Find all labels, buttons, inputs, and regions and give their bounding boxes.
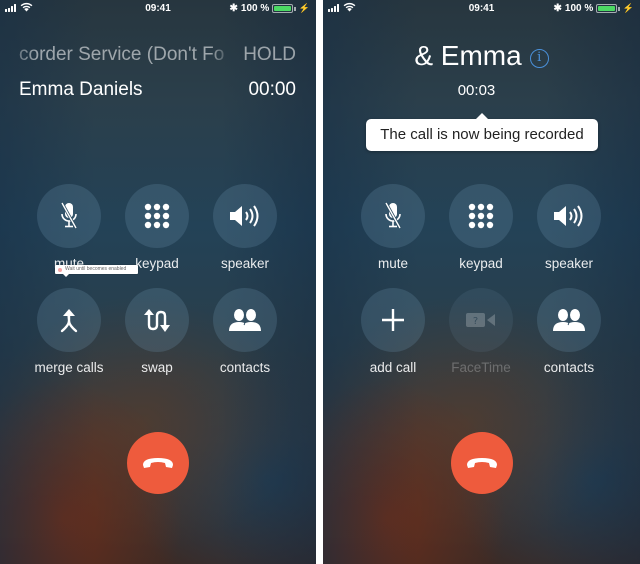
keypad-button[interactable]: keypad: [125, 184, 189, 271]
call-screen-recording: 09:41 ✱ 100 % ⚡ & Emma i 00:03 The call i…: [323, 0, 640, 564]
call-duration: 00:03: [457, 82, 496, 99]
add-call-button[interactable]: add call: [361, 288, 425, 375]
bolt-icon: ⚡: [622, 3, 634, 13]
info-icon[interactable]: i: [529, 49, 549, 68]
bluetooth-icon: ✱: [229, 3, 238, 14]
battery-percent: 100 %: [240, 3, 270, 14]
facetime-icon: ?: [466, 313, 495, 327]
battery-icon: [596, 4, 618, 13]
held-call-status: HOLD: [243, 44, 296, 65]
speaker-label: speaker: [220, 256, 270, 271]
merge-icon: [60, 309, 78, 333]
end-call-icon: [143, 458, 173, 468]
automation-tooltip: Wait until becomes enabled: [55, 265, 138, 277]
status-dot-icon: [58, 267, 62, 272]
mute-button[interactable]: mute: [361, 184, 425, 271]
bluetooth-icon: ✱: [553, 3, 562, 14]
caller-name: & Emma: [414, 40, 522, 71]
mic-off-icon: [384, 202, 402, 229]
call-screen-conference: 09:41 ✱ 100 % ⚡ corder Service (Don't Fo…: [0, 0, 316, 564]
caller-name-row: & Emma i: [323, 40, 640, 72]
contacts-button[interactable]: contacts: [537, 288, 601, 375]
speaker-button[interactable]: speaker: [537, 184, 601, 271]
mic-off-icon: [60, 202, 78, 229]
end-call-icon: [467, 458, 497, 468]
speaker-label: speaker: [544, 256, 594, 271]
held-call-row[interactable]: corder Service (Don't Fo HOLD: [19, 44, 296, 66]
keypad-icon: [468, 203, 494, 229]
contacts-button[interactable]: contacts: [213, 288, 277, 375]
battery-percent: 100 %: [564, 3, 594, 14]
svg-text:?: ?: [473, 316, 478, 327]
bolt-icon: ⚡: [298, 3, 310, 13]
contacts-icon: [229, 309, 261, 331]
speaker-icon: [554, 205, 583, 227]
speaker-icon: [230, 205, 259, 227]
held-call-name: corder Service (Don't Fo: [19, 44, 225, 65]
status-bar: 09:41 ✱ 100 % ⚡: [323, 0, 640, 18]
keypad-button[interactable]: keypad: [449, 184, 513, 271]
active-call-name: Emma Daniels: [19, 79, 143, 100]
speaker-button[interactable]: speaker: [213, 184, 277, 271]
swap-icon: [144, 309, 170, 332]
end-call-button[interactable]: [127, 432, 189, 494]
keypad-icon: [144, 203, 170, 229]
plus-icon: [382, 309, 404, 331]
active-call-duration: 00:00: [248, 79, 296, 100]
swap-button[interactable]: swap: [125, 288, 189, 375]
merge-calls-button[interactable]: merge calls: [34, 288, 104, 375]
contacts-label: contacts: [543, 360, 595, 375]
end-call-button[interactable]: [451, 432, 513, 494]
battery-icon: [272, 4, 294, 13]
mute-button[interactable]: mute: [37, 184, 101, 271]
active-call-row[interactable]: Emma Daniels 00:00: [19, 79, 296, 101]
recording-tooltip: The call is now being recorded: [366, 113, 598, 151]
contacts-icon: [553, 309, 585, 331]
contacts-label: contacts: [219, 360, 271, 375]
facetime-button[interactable]: ? FaceTime: [449, 288, 513, 375]
status-bar: 09:41 ✱ 100 % ⚡: [0, 0, 316, 18]
